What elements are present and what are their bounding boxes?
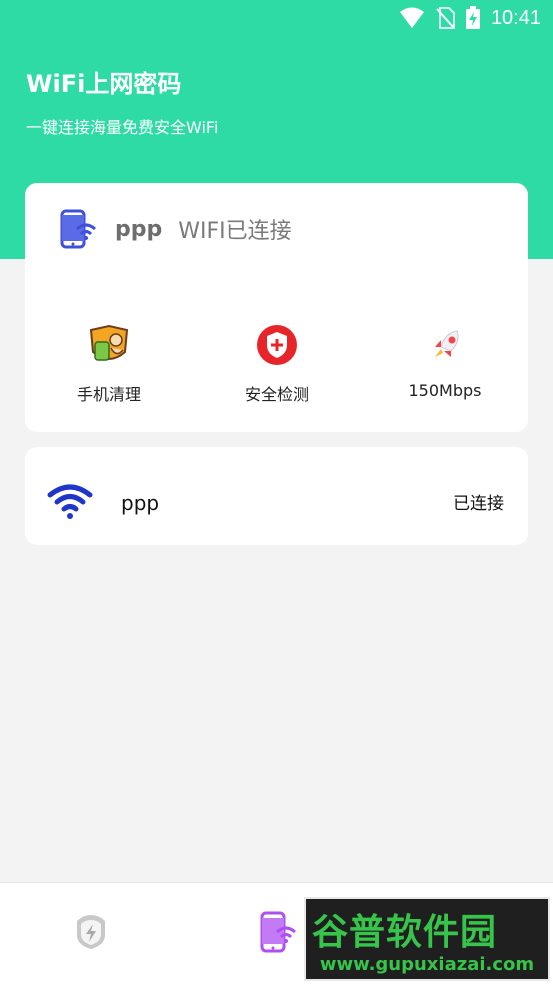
- battery-charging-icon: [465, 6, 480, 29]
- security-tab-icon: [77, 915, 105, 949]
- watermark-logo-text: 谷普软件园: [312, 912, 498, 953]
- connection-row[interactable]: ppp WIFI已连接: [59, 209, 292, 249]
- site-watermark: 谷普软件园 www.gupuxiazai.com: [304, 897, 550, 981]
- connected-ssid: ppp: [115, 216, 163, 242]
- cleaner-icon: [89, 324, 129, 361]
- feature-security-check[interactable]: 安全检测: [207, 323, 347, 405]
- connection-card: ppp WIFI已连接 手机清理 安全检测 150Mbps: [25, 183, 528, 432]
- app-subtitle: 一键连接海量免费安全WiFi: [26, 118, 219, 137]
- tab-security[interactable]: [74, 913, 108, 955]
- wifi-signal-icon: [399, 7, 424, 28]
- wifi-phone-icon: [60, 209, 96, 249]
- no-sim-icon: [436, 7, 455, 29]
- feature-phone-clean[interactable]: 手机清理: [39, 323, 179, 405]
- network-list-item[interactable]: ppp 已连接: [25, 447, 528, 545]
- feature-label: 手机清理: [76, 385, 141, 404]
- connection-status: WIFI已连接: [178, 219, 292, 244]
- network-status: 已连接: [453, 494, 504, 514]
- feature-label: 安全检测: [244, 385, 309, 404]
- bottom-nav: 谷普软件园 www.gupuxiazai.com: [0, 882, 553, 984]
- app-title: WiFi上网密码: [26, 70, 182, 98]
- feature-label: 150Mbps: [408, 381, 482, 400]
- feature-speed[interactable]: 150Mbps: [375, 323, 515, 400]
- network-ssid: ppp: [121, 491, 160, 515]
- watermark-url: www.gupuxiazai.com: [319, 954, 535, 975]
- shield-icon: [257, 325, 297, 365]
- status-bar: 10:41: [0, 0, 553, 38]
- status-time: 10:41: [490, 6, 541, 29]
- rocket-icon: [435, 330, 459, 357]
- tab-wifi[interactable]: [258, 911, 298, 957]
- wifi-icon: [47, 484, 93, 519]
- wifi-phone-tab-icon: [260, 911, 296, 953]
